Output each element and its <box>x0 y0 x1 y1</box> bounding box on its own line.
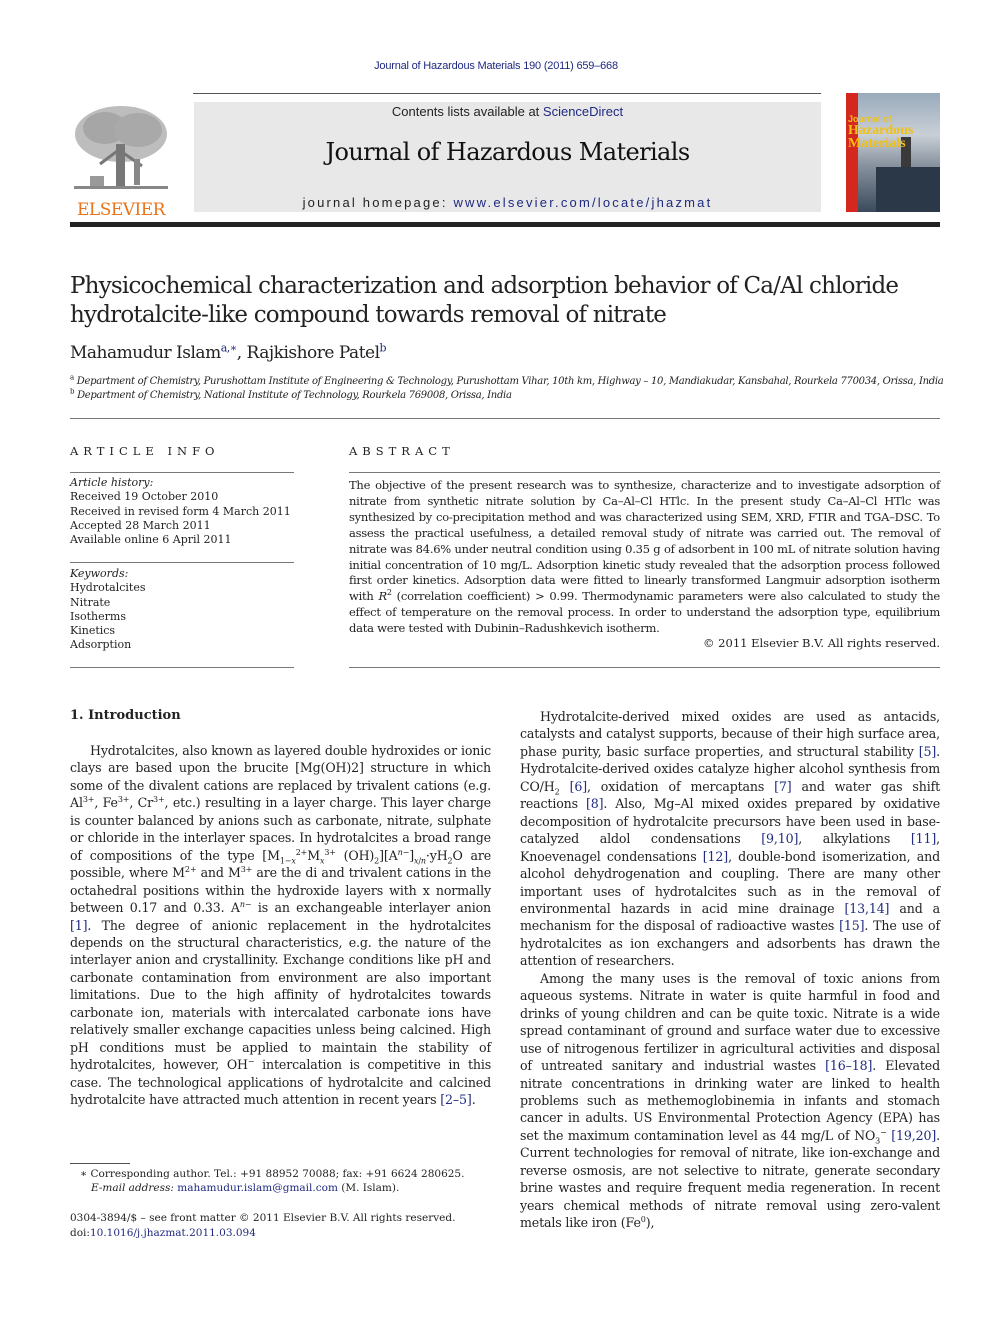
article-history: Article history: Received 19 October 201… <box>70 476 294 547</box>
footnote-rule <box>70 1163 130 1164</box>
keywords-label: Keywords: <box>70 567 129 580</box>
citation-link[interactable]: [9,10] <box>761 831 798 846</box>
journal-title: Journal of Hazardous Materials <box>325 138 690 166</box>
email-note: E-mail address: mahamudur.islam@gmail.co… <box>91 1182 399 1194</box>
affiliation-text: Department of Chemistry, Purushottam Ins… <box>76 376 944 387</box>
article-title: Physicochemical characterization and ads… <box>70 273 899 328</box>
abstract-part: The objective of the present research wa… <box>349 478 940 604</box>
citation-link[interactable]: [19,20] <box>891 1128 936 1143</box>
paragraph: Among the many uses is the removal of to… <box>520 970 940 1231</box>
citation-link[interactable]: [1] <box>70 918 88 933</box>
email-suffix: (M. Islam). <box>337 1182 400 1194</box>
issn-line: 0304-3894/$ – see front matter © 2011 El… <box>70 1212 456 1224</box>
divider <box>349 667 940 668</box>
author-list: Mahamudur Islama,∗, Rajkishore Patelb <box>70 341 387 363</box>
citation-link[interactable]: [2–5] <box>440 1092 472 1107</box>
journal-cover-image[interactable]: Journal of Hazardous Materials <box>846 93 940 212</box>
citation-link[interactable]: [16–18] <box>825 1058 872 1073</box>
abstract-part: (correlation coefficient) > 0.99. Thermo… <box>349 589 940 636</box>
keyword: Adsorption <box>70 638 132 652</box>
contents-prefix: Contents lists available at <box>391 104 543 119</box>
header-thick-rule <box>70 222 940 227</box>
citation-link[interactable]: [8] <box>586 796 604 811</box>
keyword: Hydrotalcites <box>70 581 146 595</box>
elsevier-tree-icon <box>74 106 168 189</box>
email-label: E-mail address: <box>91 1182 178 1194</box>
citation-link[interactable]: [7] <box>774 779 792 794</box>
abstract-text: The objective of the present research wa… <box>349 478 940 636</box>
contents-line: Contents lists available at ScienceDirec… <box>194 104 821 119</box>
doi-label: doi: <box>70 1227 90 1239</box>
keywords: Keywords: Hydrotalcites Nitrate Isotherm… <box>70 567 294 653</box>
email-link[interactable]: mahamudur.islam@gmail.com <box>177 1182 338 1194</box>
homepage-line: journal homepage: www.elsevier.com/locat… <box>194 195 821 210</box>
citation-link[interactable]: [5] <box>919 744 937 759</box>
history-item: Accepted 28 March 2011 <box>70 518 211 532</box>
author-affil-mark[interactable]: a,∗ <box>221 341 238 354</box>
running-head[interactable]: Journal of Hazardous Materials 190 (2011… <box>0 60 992 72</box>
citation-link[interactable]: [11] <box>911 831 936 846</box>
affiliation-mark: a <box>70 373 74 382</box>
body-column-left: Hydrotalcites, also known as layered dou… <box>70 742 491 1109</box>
corresponding-author-note: ∗ Corresponding author. Tel.: +91 88952 … <box>80 1168 465 1180</box>
author-name: Rajkishore Patel <box>246 343 380 363</box>
affiliation: b Department of Chemistry, National Inst… <box>70 387 512 401</box>
abstract-heading: ABSTRACT <box>349 444 455 458</box>
history-label: Article history: <box>70 476 154 489</box>
header-rule <box>193 93 821 94</box>
homepage-link[interactable]: www.elsevier.com/locate/jhazmat <box>453 195 712 210</box>
history-item: Available online 6 April 2011 <box>70 533 232 547</box>
abstract-copyright: © 2011 Elsevier B.V. All rights reserved… <box>703 636 940 650</box>
paragraph: Hydrotalcites, also known as layered dou… <box>70 743 492 1108</box>
cover-title: Hazardous Materials <box>848 124 913 151</box>
citation-link[interactable]: [15] <box>839 918 864 933</box>
r-squared-symbol: R <box>378 589 387 604</box>
affiliation-text: Department of Chemistry, National Instit… <box>77 390 512 401</box>
cover-building <box>876 167 940 212</box>
article-info-heading: ARTICLE INFO <box>70 444 220 458</box>
author-affil-mark[interactable]: b <box>380 341 387 354</box>
sciencedirect-link[interactable]: ScienceDirect <box>543 104 623 119</box>
elsevier-wordmark: ELSEVIER <box>77 200 165 220</box>
citation-link[interactable]: [6] <box>570 779 588 794</box>
affiliation-mark: b <box>70 387 75 396</box>
cover-title-line3: Materials <box>848 136 906 151</box>
author-name: Mahamudur Islam <box>70 343 221 363</box>
keyword: Isotherms <box>70 609 126 623</box>
divider <box>70 472 294 473</box>
divider <box>349 472 940 473</box>
history-item: Received 19 October 2010 <box>70 490 219 504</box>
citation-link[interactable]: [12] <box>703 849 728 864</box>
divider <box>70 667 294 668</box>
homepage-prefix: journal homepage: <box>302 195 454 210</box>
history-item: Received in revised form 4 March 2011 <box>70 504 291 518</box>
elsevier-logo[interactable]: ELSEVIER <box>70 104 172 220</box>
divider <box>70 562 294 563</box>
section-heading-introduction: 1. Introduction <box>70 708 181 723</box>
keyword: Kinetics <box>70 624 116 638</box>
doi-line: doi:10.1016/j.jhazmat.2011.03.094 <box>70 1227 256 1239</box>
keyword: Nitrate <box>70 595 111 609</box>
affiliation: a Department of Chemistry, Purushottam I… <box>70 373 944 387</box>
paragraph: Hydrotalcite-derived mixed oxides are us… <box>520 709 941 969</box>
body-column-right: Hydrotalcite-derived mixed oxides are us… <box>520 708 940 1232</box>
cover-red-band <box>846 93 858 212</box>
doi-link[interactable]: 10.1016/j.jhazmat.2011.03.094 <box>90 1227 256 1239</box>
journal-banner: Contents lists available at ScienceDirec… <box>194 102 821 212</box>
divider <box>70 418 940 419</box>
citation-link[interactable]: [13,14] <box>844 901 889 916</box>
